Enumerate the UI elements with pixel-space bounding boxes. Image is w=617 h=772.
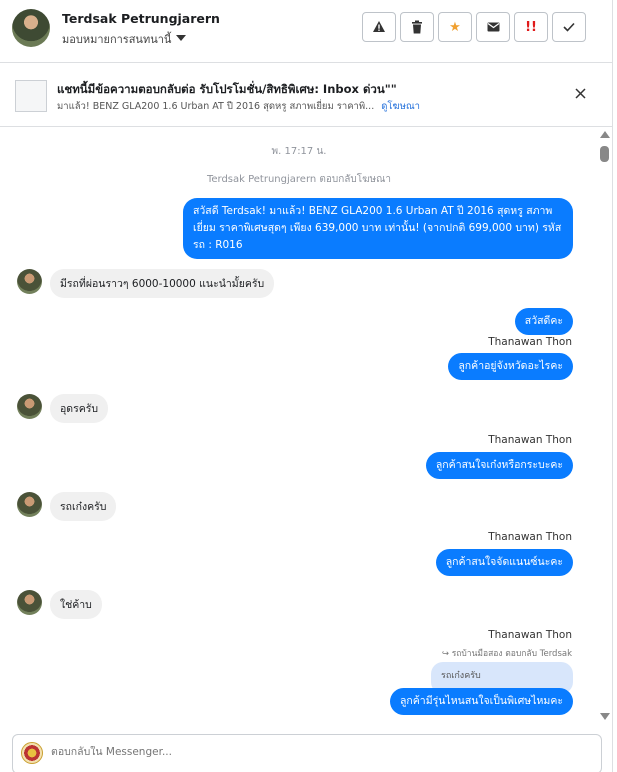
ad-subtitle: มาแล้ว! BENZ GLA200 1.6 Urban AT ปี 2016… bbox=[57, 99, 420, 114]
delete-button[interactable] bbox=[400, 12, 434, 42]
view-ad-link[interactable]: ดูโฆษณา bbox=[381, 101, 420, 112]
sender-name: Thanawan Thon bbox=[488, 531, 572, 543]
avatar bbox=[17, 394, 42, 419]
incoming-message[interactable]: ใช่ค้าบ bbox=[50, 590, 102, 619]
incoming-message[interactable]: อุดรครับ bbox=[50, 394, 109, 423]
star-icon: ★ bbox=[449, 19, 461, 35]
scrollbar[interactable] bbox=[599, 128, 611, 728]
assign-conversation-dropdown[interactable]: มอบหมายการสนทนานี้ bbox=[62, 30, 187, 48]
timestamp: พ. 17:17 น. bbox=[271, 146, 327, 157]
ad-title: แชทนี้มีข้อความตอบกลับต่อ รับโปรโมชั่น/ส… bbox=[57, 82, 397, 96]
check-icon bbox=[563, 22, 575, 32]
done-button[interactable] bbox=[552, 12, 586, 42]
reply-input[interactable] bbox=[51, 746, 551, 758]
scroll-down-icon[interactable] bbox=[600, 713, 610, 720]
ad-subtitle-text: มาแล้ว! BENZ GLA200 1.6 Urban AT ปี 2016… bbox=[57, 101, 375, 112]
sender-name: Thanawan Thon bbox=[488, 336, 572, 348]
outgoing-message[interactable]: ลูกค้ามีรุ่นไหนสนใจเป็นพิเศษไหมคะ bbox=[389, 688, 573, 715]
ad-banner: แชทนี้มีข้อความตอบกลับต่อ รับโปรโมชั่น/ส… bbox=[0, 63, 612, 127]
conversation-header: Terdsak Petrungjarern มอบหมายการสนทนานี้… bbox=[0, 0, 612, 63]
message-thread[interactable]: พ. 17:17 น. Terdsak Petrungjarern ตอบกลั… bbox=[0, 128, 598, 728]
ad-thumbnail[interactable] bbox=[15, 80, 47, 112]
header-actions: ★ !! bbox=[362, 12, 586, 42]
reply-note-text: รถบ้านมือสอง ตอบกลับ Terdsak bbox=[451, 649, 572, 659]
avatar[interactable] bbox=[12, 9, 50, 47]
envelope-icon bbox=[487, 22, 499, 32]
system-note: Terdsak Petrungjarern ตอบกลับโฆษณา bbox=[206, 174, 392, 185]
contact-name[interactable]: Terdsak Petrungjarern bbox=[62, 11, 220, 26]
star-button[interactable]: ★ bbox=[438, 12, 472, 42]
incoming-message[interactable]: รถเก๋งครับ bbox=[50, 492, 117, 521]
reply-note: ↪ รถบ้านมือสอง ตอบกลับ Terdsak bbox=[442, 646, 572, 660]
avatar bbox=[17, 590, 42, 615]
divider bbox=[612, 0, 613, 772]
reply-arrow-icon: ↪ bbox=[441, 649, 449, 659]
urgent-button[interactable]: !! bbox=[514, 12, 548, 42]
trash-icon bbox=[412, 20, 422, 34]
assign-label: มอบหมายการสนทนานี้ bbox=[62, 33, 172, 46]
spam-button[interactable] bbox=[362, 12, 396, 42]
outgoing-message[interactable]: สวัสดีคะ bbox=[514, 308, 573, 335]
close-icon bbox=[575, 88, 586, 99]
outgoing-message[interactable]: ลูกค้าสนใจเก๋งหรือกระบะคะ bbox=[425, 452, 573, 479]
exclamation-icon: !! bbox=[525, 19, 537, 35]
outgoing-message[interactable]: ลูกค้าอยู่จังหวัดอะไรคะ bbox=[448, 353, 573, 380]
scrollbar-thumb[interactable] bbox=[600, 146, 609, 162]
page-avatar-icon bbox=[21, 742, 43, 764]
scroll-up-icon[interactable] bbox=[600, 131, 610, 138]
avatar bbox=[17, 492, 42, 517]
warning-icon bbox=[373, 21, 385, 32]
sender-name: Thanawan Thon bbox=[488, 629, 572, 641]
caret-down-icon bbox=[176, 34, 187, 41]
incoming-message[interactable]: มีรถที่ผ่อนราวๆ 6000-10000 แนะนำมั้ยครับ bbox=[50, 269, 275, 298]
mark-unread-button[interactable] bbox=[476, 12, 510, 42]
message-composer[interactable] bbox=[12, 734, 602, 772]
sender-name: Thanawan Thon bbox=[488, 434, 572, 446]
outgoing-message[interactable]: ลูกค้าสนใจจัดแนนซ์นะคะ bbox=[435, 549, 573, 576]
close-ad-button[interactable] bbox=[575, 84, 586, 103]
avatar bbox=[17, 269, 42, 294]
outgoing-ad-message[interactable]: สวัสดี Terdsak! มาแล้ว! BENZ GLA200 1.6 … bbox=[183, 198, 573, 259]
